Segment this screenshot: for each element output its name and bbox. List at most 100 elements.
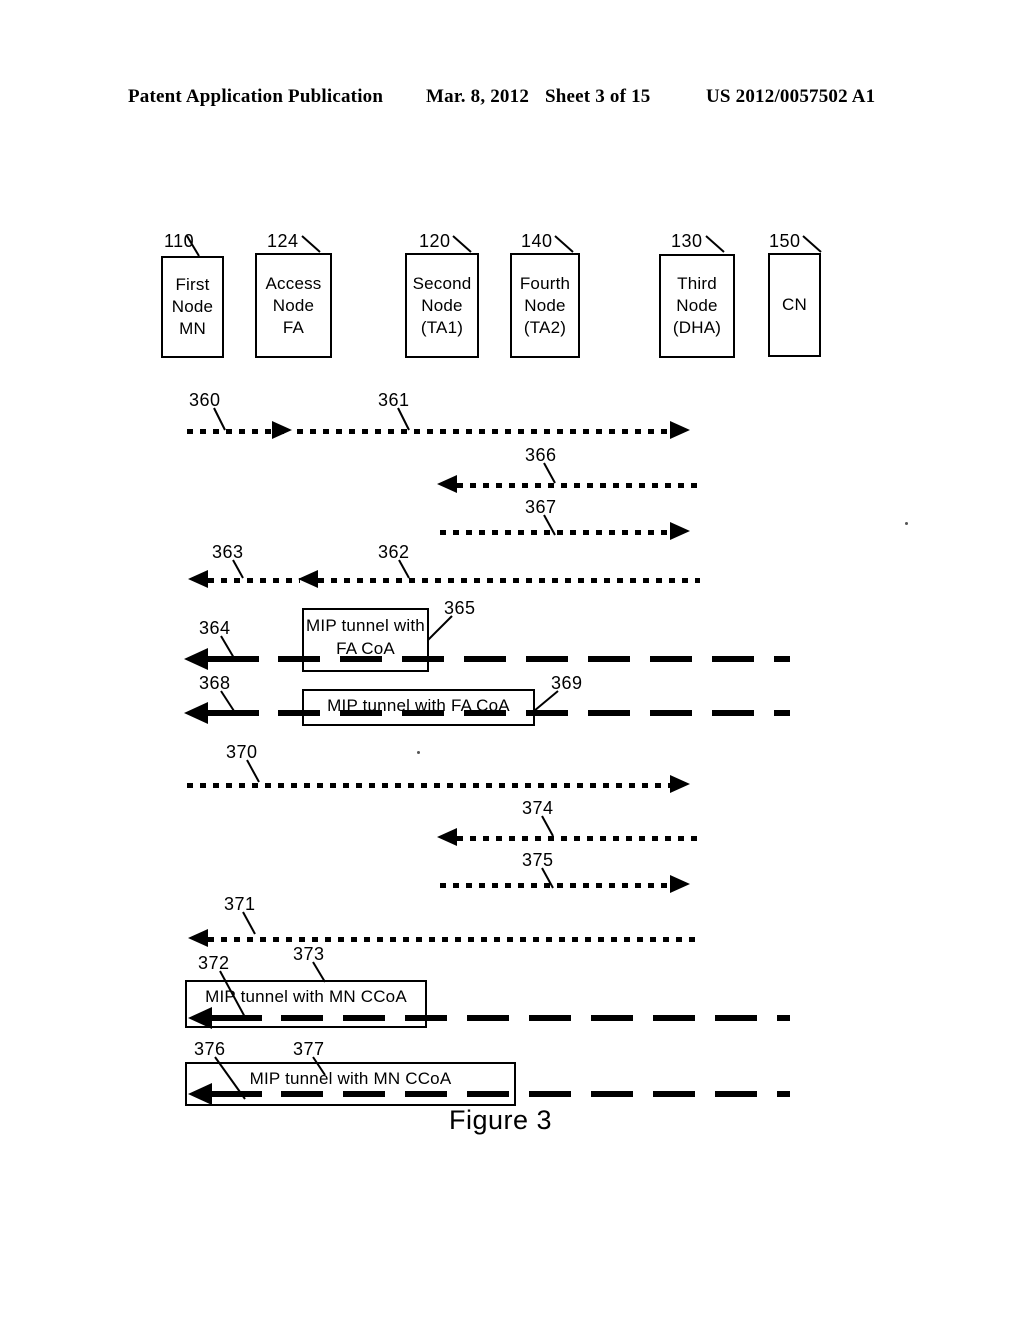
node-label-line-2: Node (524, 295, 566, 315)
node-label-line-3: FA (282, 317, 305, 337)
tunnel-shaft-368 (208, 710, 259, 716)
node-label-line-1: Access (265, 273, 322, 293)
tunnel-label-text: MIP tunnel with MN CCoA (249, 1069, 452, 1088)
leader-line-150 (802, 235, 822, 253)
message-line-366 (457, 483, 700, 488)
publication-number: US 2012/0057502 A1 (706, 86, 876, 107)
arrowhead-right-361 (670, 421, 690, 439)
ref-377: 377 (293, 1039, 325, 1059)
ref-376: 376 (194, 1039, 226, 1059)
node-label-line-3: (TA1) (420, 317, 464, 337)
node-box-first-node: First Node MN (161, 256, 224, 358)
tunnel-label-box-369: MIP tunnel with FA CoA (302, 689, 535, 726)
node-box-cn: CN (768, 253, 821, 357)
arrowhead-right-375 (670, 875, 690, 893)
tunnel-label-box-377: MIP tunnel with MN CCoA (185, 1062, 516, 1106)
ref-362: 362 (378, 542, 410, 562)
arrowhead-left-364 (184, 648, 208, 670)
leader-line-369 (533, 690, 559, 712)
tunnel-shaft-376 (212, 1091, 262, 1097)
arrowhead-left-366 (437, 475, 457, 493)
ref-360: 360 (189, 390, 221, 410)
leader-line-365 (427, 615, 453, 641)
node-label-line-1: Second (412, 273, 472, 293)
ref-364: 364 (199, 618, 231, 638)
message-line-370 (187, 783, 670, 788)
ref-372: 372 (198, 953, 230, 973)
ref-368: 368 (199, 673, 231, 693)
tunnel-label-box-365: MIP tunnel with FA CoA (302, 608, 429, 672)
tunnel-label-line-2: FA CoA (336, 639, 395, 658)
arrowhead-right-370 (670, 775, 690, 793)
leader-line-124 (301, 235, 321, 253)
arrowhead-left-363 (188, 570, 208, 588)
node-label-line-1: First (175, 275, 210, 294)
message-line-374 (457, 836, 700, 841)
tunnel-label-text: MIP tunnel with MN CCoA (205, 987, 407, 1006)
node-label-line-2: Node (171, 297, 214, 316)
node-label-line-3: (DHA) (672, 318, 722, 337)
node-box-fourth-node: Fourth Node (TA2) (510, 253, 580, 358)
ref-365: 365 (444, 598, 476, 618)
ref-124: 124 (267, 231, 299, 251)
leader-line-367 (543, 514, 556, 536)
message-line-361 (297, 429, 670, 434)
node-label-line-1: Fourth (519, 273, 571, 293)
arrowhead-left-374 (437, 828, 457, 846)
arrowhead-left-371 (188, 929, 208, 947)
page-header: Patent Application Publication Mar. 8, 2… (128, 86, 896, 112)
message-line-371 (208, 937, 700, 942)
arrowhead-left-362 (298, 570, 318, 588)
ref-361: 361 (378, 390, 410, 410)
arrowhead-right-367 (670, 522, 690, 540)
tunnel-line-372 (281, 1015, 790, 1021)
leader-line-140 (554, 235, 574, 253)
message-line-363 (208, 578, 300, 583)
ref-375: 375 (522, 850, 554, 870)
leader-line-371 (242, 911, 256, 935)
node-label-line-2: Node (421, 295, 463, 315)
message-line-375 (440, 883, 673, 888)
scan-speck (905, 522, 908, 525)
sheet-number: Sheet 3 of 15 (545, 86, 651, 107)
message-line-367 (440, 530, 673, 535)
tunnel-line-376 (281, 1091, 790, 1097)
ref-140: 140 (521, 231, 553, 251)
ref-367: 367 (525, 497, 557, 517)
arrowhead-left-372 (188, 1007, 212, 1029)
node-label-line-2: Node (272, 295, 315, 315)
node-label-line-3: (TA2) (523, 317, 567, 337)
node-label-line-2: Node (676, 296, 718, 315)
leader-line-130 (705, 235, 725, 253)
ref-370: 370 (226, 742, 258, 762)
node-box-third-node: Third Node (DHA) (659, 254, 735, 358)
ref-371: 371 (224, 894, 256, 914)
tunnel-label-line-1: MIP tunnel with (306, 616, 425, 635)
publication-date: Mar. 8, 2012 (426, 86, 530, 107)
leader-line-110 (186, 235, 200, 257)
ref-130: 130 (671, 231, 703, 251)
figure-caption: Figure 3 (449, 1105, 553, 1135)
arrowhead-right-360 (272, 421, 292, 439)
scan-speck (417, 751, 420, 754)
message-line-362 (318, 578, 700, 583)
leader-line-120 (452, 235, 472, 253)
leader-line-375 (541, 867, 554, 889)
ref-120: 120 (419, 231, 451, 251)
node-label-line-1: Third (677, 274, 717, 293)
ref-374: 374 (522, 798, 554, 818)
ref-366: 366 (525, 445, 557, 465)
ref-373: 373 (293, 944, 325, 964)
node-box-second-node: Second Node (TA1) (405, 253, 479, 358)
arrowhead-left-376 (188, 1083, 212, 1105)
node-box-access-node: Access Node FA (255, 253, 332, 358)
node-label-line-1: CN (782, 295, 807, 314)
publication-type-label: Patent Application Publication (128, 86, 384, 107)
ref-363: 363 (212, 542, 244, 562)
ref-369: 369 (551, 673, 583, 693)
node-label-line-3: MN (179, 319, 206, 338)
tunnel-label-text: MIP tunnel with FA CoA (327, 696, 510, 715)
arrowhead-left-368 (184, 702, 208, 724)
tunnel-shaft-364 (208, 656, 259, 662)
tunnel-shaft-372 (212, 1015, 262, 1021)
